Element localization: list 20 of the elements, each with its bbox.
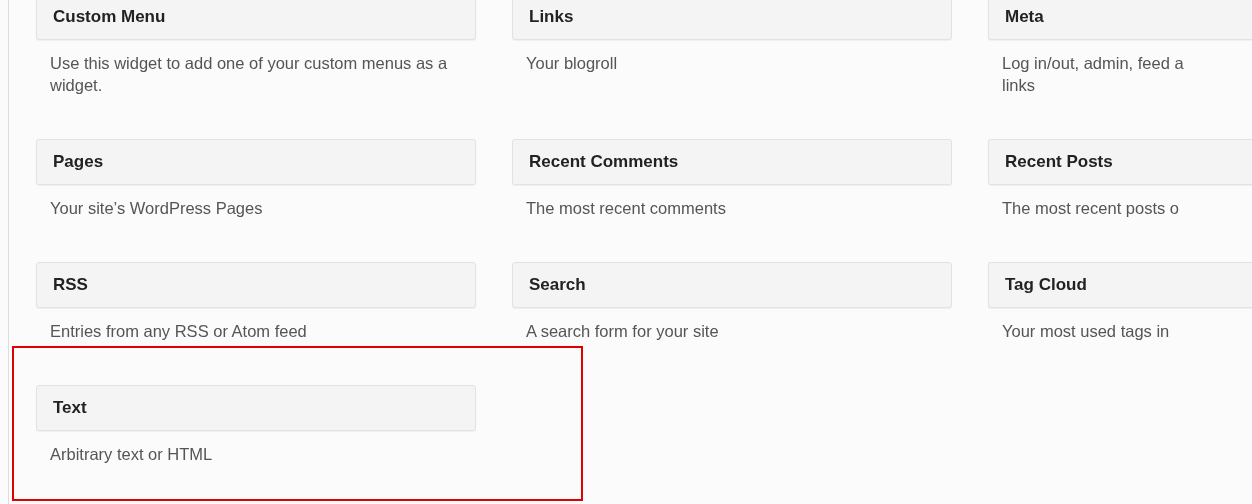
widget-title-bar[interactable]: RSS [36, 262, 476, 308]
widget-description: Use this widget to add one of your custom menus as a widget. [49, 53, 449, 96]
widget-title-bar[interactable]: Text [36, 385, 476, 431]
widget-title-bar[interactable]: Search [512, 262, 952, 308]
widget-title-bar[interactable]: Meta [988, 0, 1252, 40]
widget-description: Your blogroll [525, 53, 619, 74]
widget-description: Log in/out, admin, feed a links [1001, 53, 1185, 96]
widget-description: Arbitrary text or HTML [49, 444, 214, 465]
widget-description: The most recent comments [525, 198, 727, 219]
widget-title-bar[interactable]: Tag Cloud [988, 262, 1252, 308]
widget-description: Your site’s WordPress Pages [49, 198, 264, 219]
widget-description: A search form for your site [525, 321, 720, 342]
widget-description: The most recent posts o [1001, 198, 1180, 219]
widget-title-bar[interactable]: Pages [36, 139, 476, 185]
widget-description: Entries from any RSS or Atom feed [49, 321, 308, 342]
widget-title-bar[interactable]: Custom Menu [36, 0, 476, 40]
widget-title-bar[interactable]: Links [512, 0, 952, 40]
widget-description: Your most used tags in [1001, 321, 1171, 342]
widget-title-bar[interactable]: Recent Comments [512, 139, 952, 185]
widget-title-bar[interactable]: Recent Posts [988, 139, 1252, 185]
